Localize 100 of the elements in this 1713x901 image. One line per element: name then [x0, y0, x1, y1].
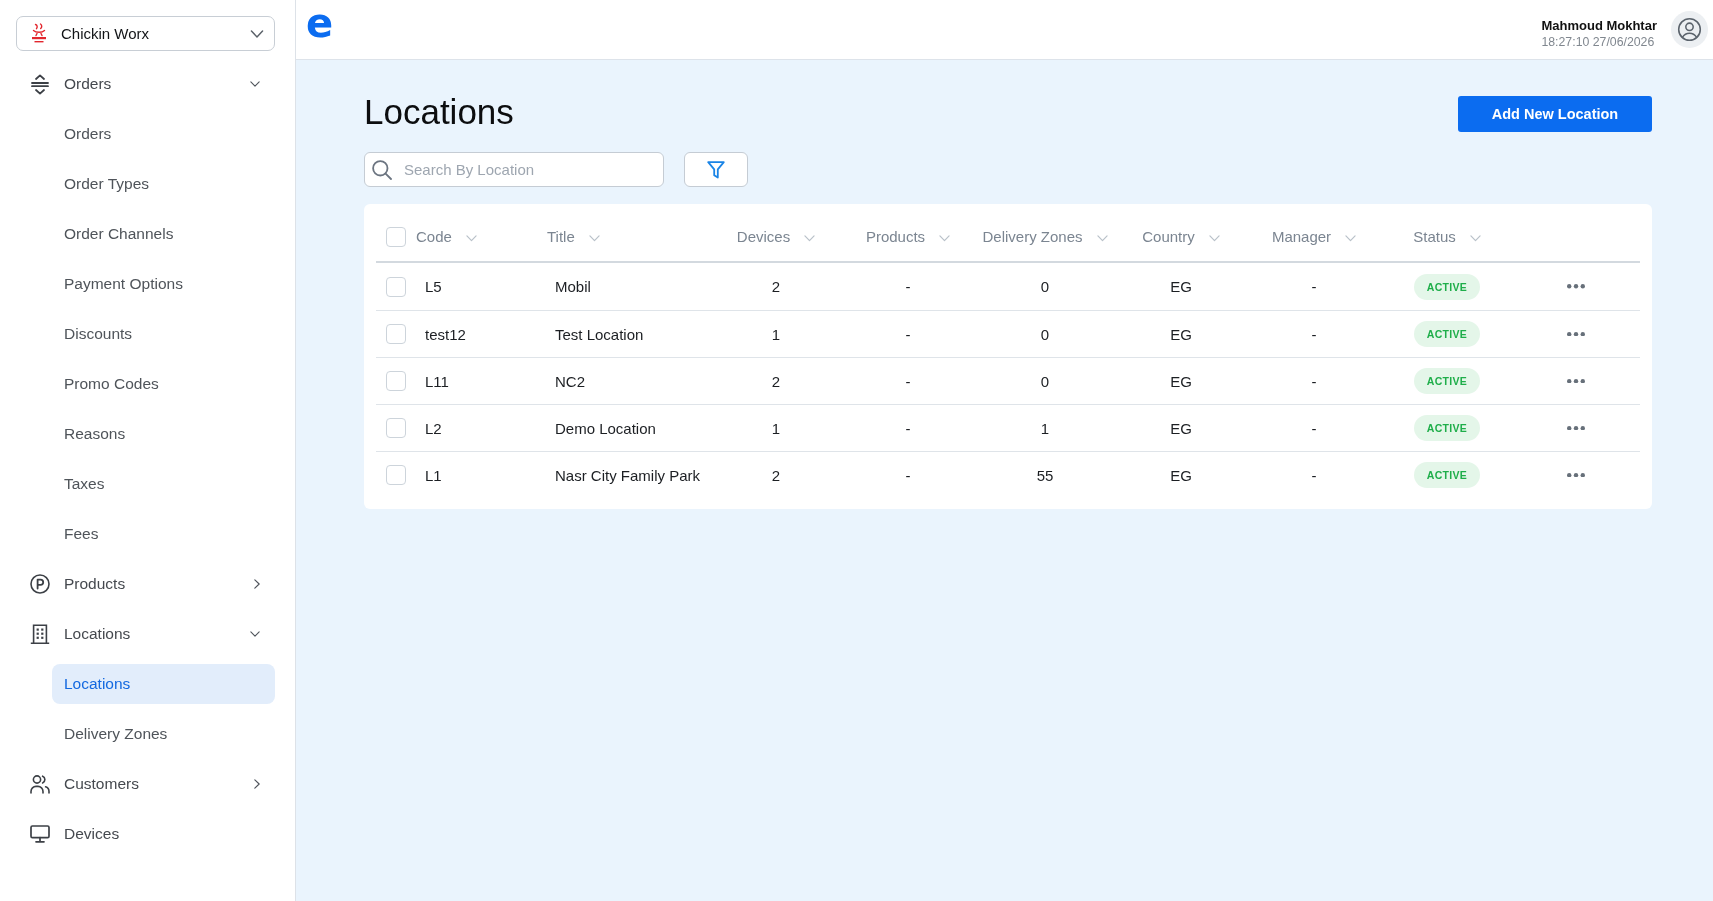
- up-down-lines-icon: [31, 73, 49, 95]
- table-cell: EG: [1170, 278, 1192, 295]
- table-cell: -: [1311, 325, 1317, 343]
- table-cell: L2: [425, 419, 442, 437]
- column-header[interactable]: Delivery Zones: [982, 228, 1083, 245]
- user-name: Mahmoud Mokhtar: [1541, 17, 1657, 34]
- chevron-right-icon: [254, 779, 260, 789]
- page-title: Locations: [364, 93, 514, 130]
- table-cell: -: [1311, 372, 1317, 390]
- checkbox[interactable]: [386, 324, 406, 344]
- column-header[interactable]: Products: [865, 228, 926, 245]
- sidebar-item[interactable]: Locations: [52, 664, 275, 704]
- checkbox[interactable]: [386, 371, 406, 391]
- chevron-down-icon[interactable]: [804, 235, 816, 242]
- table-cell: -: [1311, 419, 1317, 437]
- table-cell: -: [1311, 466, 1317, 484]
- funnel-icon: [707, 160, 725, 179]
- add-location-button[interactable]: Add New Location: [1458, 96, 1652, 132]
- table-cell: -: [905, 466, 911, 484]
- sidebar-item[interactable]: Reasons: [52, 414, 275, 454]
- table-cell: Nasr City Family Park: [555, 466, 700, 484]
- table-cell: 2: [771, 372, 781, 390]
- checkbox[interactable]: [386, 465, 406, 485]
- table-cell: Test Location: [555, 325, 644, 343]
- chevron-down-icon[interactable]: [1208, 235, 1220, 242]
- table-cell: L11: [425, 372, 449, 390]
- table-cell: L5: [425, 278, 442, 295]
- sidebar-item[interactable]: Order Channels: [52, 214, 275, 254]
- sidebar-item[interactable]: Taxes: [52, 464, 275, 504]
- checkbox[interactable]: [386, 276, 406, 297]
- people-icon: [30, 774, 50, 794]
- search-field[interactable]: Search By Location: [364, 152, 664, 187]
- table-cell: L1: [425, 466, 442, 484]
- ellipsis-icon[interactable]: [1567, 472, 1585, 478]
- search-icon: [372, 159, 392, 180]
- table-cell: 0: [1040, 278, 1050, 295]
- chevron-down-icon[interactable]: [588, 235, 600, 242]
- ellipsis-icon[interactable]: [1567, 331, 1585, 337]
- chevron-down-icon: [250, 631, 260, 637]
- ellipsis-icon[interactable]: [1567, 425, 1585, 431]
- chevron-right-icon: [254, 579, 260, 589]
- sidebar-group[interactable]: Orders: [30, 64, 263, 104]
- table-cell: -: [905, 325, 911, 343]
- status-badge: ACTIVE: [1413, 462, 1481, 488]
- status-badge: ACTIVE: [1413, 321, 1481, 347]
- circled-p-icon: [30, 574, 50, 594]
- table-cell: EG: [1170, 419, 1192, 437]
- app-logo: e: [306, 2, 334, 43]
- table-cell: NC2: [555, 372, 585, 390]
- ellipsis-icon[interactable]: [1567, 378, 1585, 384]
- filter-button[interactable]: [684, 152, 748, 187]
- status-badge: ACTIVE: [1413, 273, 1481, 300]
- table-cell: -: [905, 278, 911, 295]
- table-cell: 1: [771, 419, 781, 437]
- column-header[interactable]: Code: [416, 228, 452, 245]
- column-header[interactable]: Devices: [736, 228, 791, 245]
- sidebar-item[interactable]: Discounts: [52, 314, 275, 354]
- sidebar-item[interactable]: Promo Codes: [52, 364, 275, 404]
- table-cell: EG: [1170, 466, 1192, 484]
- table-cell: Mobil: [555, 278, 591, 295]
- table-cell: test12: [425, 325, 466, 343]
- chevron-down-icon[interactable]: [1469, 235, 1481, 242]
- column-header[interactable]: Country: [1142, 228, 1195, 245]
- table-cell: Demo Location: [555, 419, 656, 437]
- column-header[interactable]: Status: [1413, 228, 1456, 245]
- column-header[interactable]: Title: [547, 228, 575, 245]
- table-cell: 2: [771, 278, 781, 295]
- table-cell: 0: [1040, 325, 1050, 343]
- sidebar-item[interactable]: Orders: [52, 114, 275, 154]
- table-cell: EG: [1170, 372, 1192, 390]
- table-cell: 55: [1036, 466, 1054, 484]
- table-cell: 1: [771, 325, 781, 343]
- checkbox[interactable]: [386, 418, 406, 438]
- chevron-down-icon[interactable]: [1345, 235, 1357, 242]
- ellipsis-icon[interactable]: [1567, 284, 1585, 289]
- chevron-down-icon: [250, 81, 260, 87]
- brand-select[interactable]: Chickin Worx: [16, 16, 275, 51]
- table-cell: -: [905, 372, 911, 390]
- sidebar-item[interactable]: Delivery Zones: [52, 714, 275, 754]
- table-cell: 1: [1040, 419, 1050, 437]
- sidebar-group[interactable]: Customers: [30, 764, 263, 804]
- status-badge: ACTIVE: [1413, 368, 1481, 394]
- table-cell: 0: [1040, 372, 1050, 390]
- chevron-down-icon[interactable]: [465, 235, 477, 242]
- table-cell: -: [1311, 278, 1317, 295]
- monitor-icon: [30, 825, 50, 843]
- table-cell: 2: [771, 466, 781, 484]
- sidebar-item[interactable]: Devices: [30, 814, 263, 854]
- checkbox[interactable]: [386, 226, 406, 247]
- sidebar-group[interactable]: Products: [30, 564, 263, 604]
- sidebar-item[interactable]: Payment Options: [52, 264, 275, 304]
- sidebar-group[interactable]: Locations: [30, 614, 263, 654]
- building-icon: [30, 624, 50, 644]
- column-header[interactable]: Manager: [1271, 228, 1332, 245]
- chevron-down-icon[interactable]: [939, 235, 951, 242]
- chevron-down-icon[interactable]: [1096, 235, 1108, 242]
- timestamp: 18:27:10 27/06/2026: [1541, 33, 1655, 51]
- sidebar-item[interactable]: Order Types: [52, 164, 275, 204]
- sidebar-item[interactable]: Fees: [52, 514, 275, 554]
- avatar-icon[interactable]: [1671, 11, 1708, 48]
